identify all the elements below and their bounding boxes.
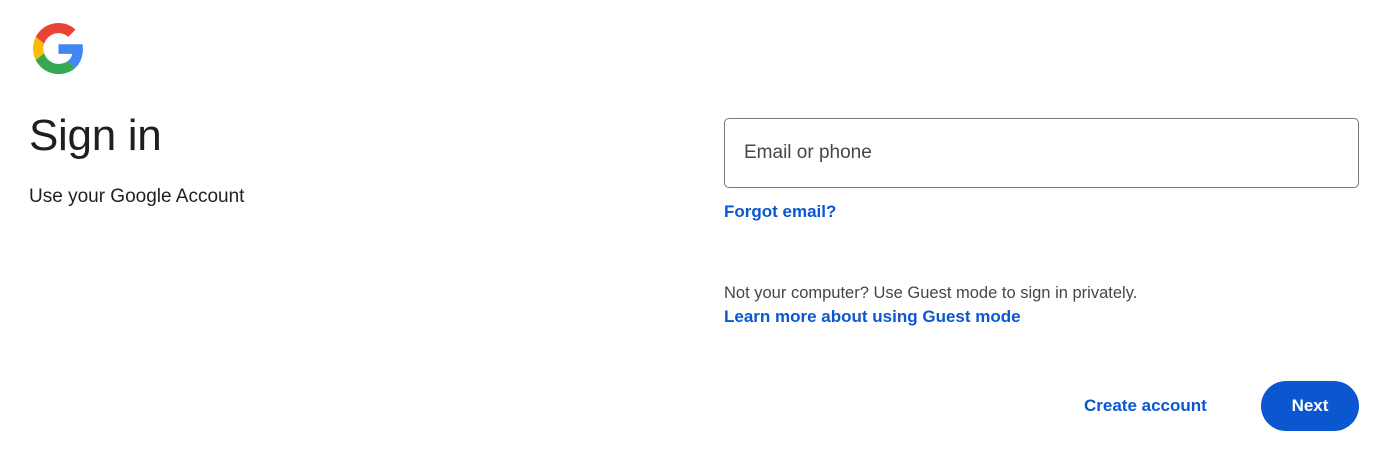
email-field[interactable]: [724, 118, 1359, 188]
next-button[interactable]: Next: [1261, 381, 1359, 431]
google-logo-icon: [33, 23, 84, 74]
page-subtitle: Use your Google Account: [29, 186, 245, 207]
guest-mode-text: Not your computer? Use Guest mode to sig…: [724, 284, 1138, 302]
create-account-button[interactable]: Create account: [1066, 381, 1225, 431]
forgot-email-link[interactable]: Forgot email?: [724, 201, 836, 223]
sign-in-page: Sign in Use your Google Account Forgot e…: [0, 0, 1392, 455]
email-input[interactable]: [725, 119, 1358, 187]
page-title: Sign in: [29, 111, 162, 160]
guest-mode-learn-more-link[interactable]: Learn more about using Guest mode: [724, 306, 1021, 328]
